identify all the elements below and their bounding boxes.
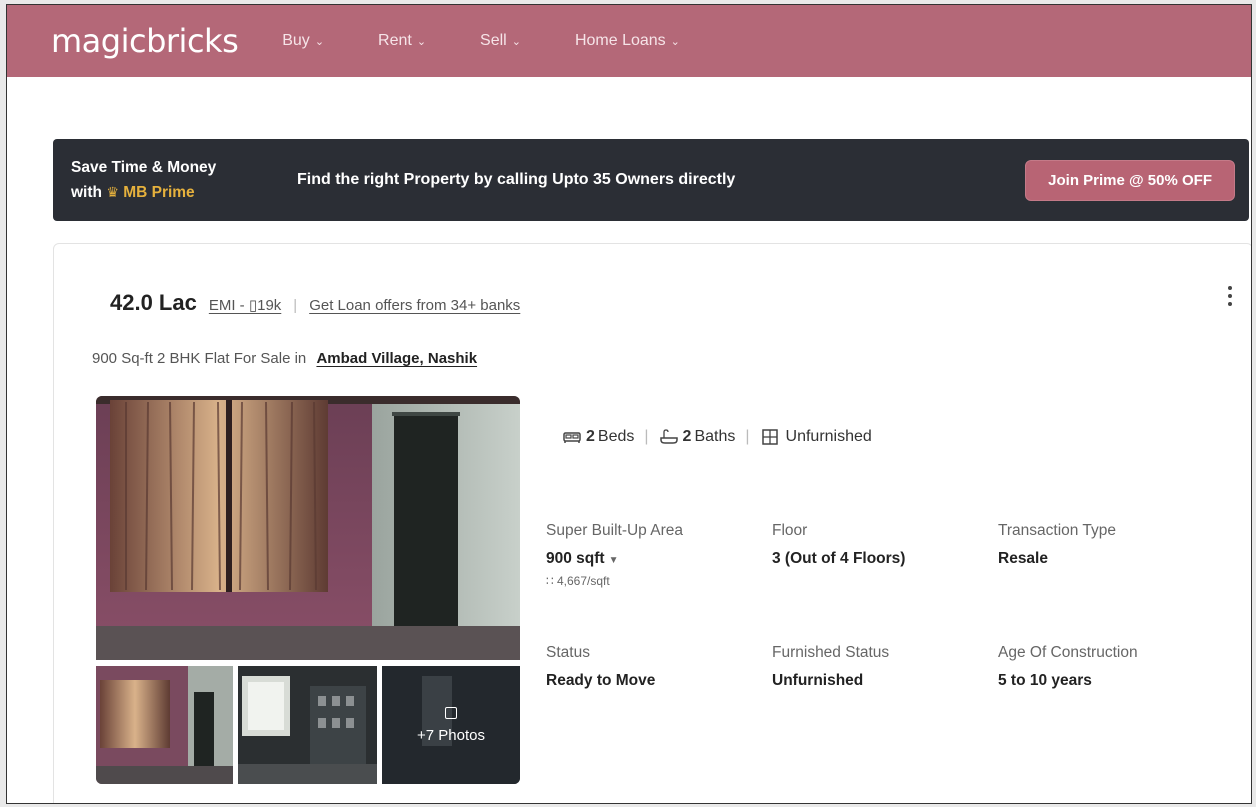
furnished-value: Unfurnished — [772, 672, 864, 689]
feature-summary: 2 Beds | 2 Baths | Unfurnished — [562, 428, 872, 446]
more-photos-overlay: +7 Photos — [382, 666, 520, 784]
price-row: 42.0 Lac EMI - ▯19k | Get Loan offers fr… — [110, 290, 520, 316]
age-of-construction-detail: Age Of Construction 5 to 10 years — [998, 644, 1138, 690]
nav-buy-label: Buy — [282, 32, 310, 49]
gallery-icon — [445, 706, 457, 719]
area-value-row[interactable]: 900 sqft ▼ — [546, 550, 683, 568]
floor-label: Floor — [772, 522, 808, 539]
divider: | — [293, 297, 298, 314]
thumbnail-image — [238, 666, 377, 784]
furnishing-label: Unfurnished — [785, 428, 872, 445]
transaction-label: Transaction Type — [998, 522, 1117, 539]
caret-down-icon: ▼ — [608, 555, 619, 566]
prime-tagline: Save Time & Money with ♛ MB Prime — [71, 156, 297, 205]
more-photos-label: +7 Photos — [417, 726, 485, 744]
status-value: Ready to Move — [546, 672, 656, 689]
chevron-down-icon: ⌄ — [670, 35, 680, 48]
furnished-status-detail: Furnished Status Unfurnished — [772, 644, 889, 690]
nav-rent[interactable]: Rent ⌄ — [378, 32, 426, 50]
nav-home-loans[interactable]: Home Loans ⌄ — [575, 32, 680, 50]
age-label: Age Of Construction — [998, 644, 1138, 661]
chevron-down-icon: ⌄ — [511, 35, 521, 48]
room-photo-image — [96, 396, 520, 660]
thumbnail-2[interactable] — [238, 666, 377, 784]
loan-offers-link[interactable]: Get Loan offers from 34+ banks — [309, 297, 520, 314]
floor-detail: Floor 3 (Out of 4 Floors) — [772, 522, 905, 568]
area-label: Super Built-Up Area — [546, 522, 683, 539]
prime-brand: MB Prime — [123, 183, 195, 201]
baths-count: 2 — [682, 428, 692, 445]
site-header: magicbricks Buy ⌄ Rent ⌄ Sell ⌄ Home Loa… — [7, 5, 1251, 77]
property-subtitle: 900 Sq-ft 2 BHK Flat For Sale in Ambad V… — [92, 350, 477, 367]
bath-icon — [659, 429, 678, 444]
prime-banner: Save Time & Money with ♛ MB Prime Find t… — [53, 139, 1249, 221]
baths-feature: 2 Baths — [659, 428, 736, 446]
nav-home-loans-label: Home Loans — [574, 32, 666, 49]
nav-sell[interactable]: Sell ⌄ — [480, 32, 521, 50]
thumbnail-image — [96, 666, 233, 784]
property-card[interactable]: 42.0 Lac EMI - ▯19k | Get Loan offers fr… — [53, 243, 1251, 803]
transaction-value: Resale — [998, 550, 1048, 567]
prime-tagline-with: with — [71, 183, 102, 201]
emi-link[interactable]: EMI - ▯19k — [209, 296, 281, 314]
prime-tagline-line1: Save Time & Money — [71, 158, 217, 176]
crown-icon: ♛ — [106, 183, 119, 200]
wardrobe-icon — [761, 429, 778, 445]
browser-frame: magicbricks Buy ⌄ Rent ⌄ Sell ⌄ Home Loa… — [6, 4, 1252, 804]
transaction-type-detail: Transaction Type Resale — [998, 522, 1116, 568]
super-built-up-area: Super Built-Up Area 900 sqft ▼ ∷ 4,667/sq… — [546, 522, 683, 588]
status-detail: Status Ready to Move — [546, 644, 655, 690]
prime-message: Find the right Property by calling Upto … — [297, 171, 736, 188]
divider: | — [644, 428, 649, 445]
furnishing-feature: Unfurnished — [760, 428, 872, 446]
subtitle-text: 900 Sq-ft 2 BHK Flat For Sale in — [92, 350, 307, 367]
nav-sell-label: Sell — [480, 32, 507, 49]
join-prime-button[interactable]: Join Prime @ 50% OFF — [1025, 159, 1235, 201]
photo-thumbnails: +7 Photos — [96, 666, 520, 784]
prime-tagline-line2: with ♛ MB Prime — [71, 180, 297, 205]
nav-rent-label: Rent — [378, 32, 412, 49]
property-price-value: 42.0 Lac — [110, 290, 197, 315]
nav-buy[interactable]: Buy ⌄ — [282, 32, 324, 50]
chevron-down-icon: ⌄ — [416, 35, 427, 48]
beds-label: Beds — [597, 428, 635, 445]
beds-feature: 2 Beds — [562, 428, 634, 446]
property-price: 42.0 Lac — [110, 290, 197, 316]
bed-icon — [563, 432, 581, 443]
area-value: 900 sqft — [546, 550, 605, 567]
baths-label: Baths — [694, 428, 736, 445]
magicbricks-logo[interactable]: magicbricks — [51, 22, 239, 60]
status-label: Status — [546, 644, 590, 661]
beds-count: 2 — [586, 428, 595, 445]
thumbnail-more[interactable]: +7 Photos — [382, 666, 520, 784]
price-per-sqft: ∷ 4,667/sqft — [546, 574, 610, 588]
age-value: 5 to 10 years — [998, 672, 1092, 689]
chevron-down-icon: ⌄ — [314, 35, 325, 48]
main-property-photo[interactable] — [96, 396, 520, 660]
location-link[interactable]: Ambad Village, Nashik — [316, 350, 477, 367]
more-options-icon[interactable] — [1228, 284, 1232, 308]
thumbnail-1[interactable] — [96, 666, 233, 784]
divider: | — [745, 428, 750, 445]
furnished-label: Furnished Status — [772, 644, 890, 661]
floor-value: 3 (Out of 4 Floors) — [772, 550, 906, 567]
